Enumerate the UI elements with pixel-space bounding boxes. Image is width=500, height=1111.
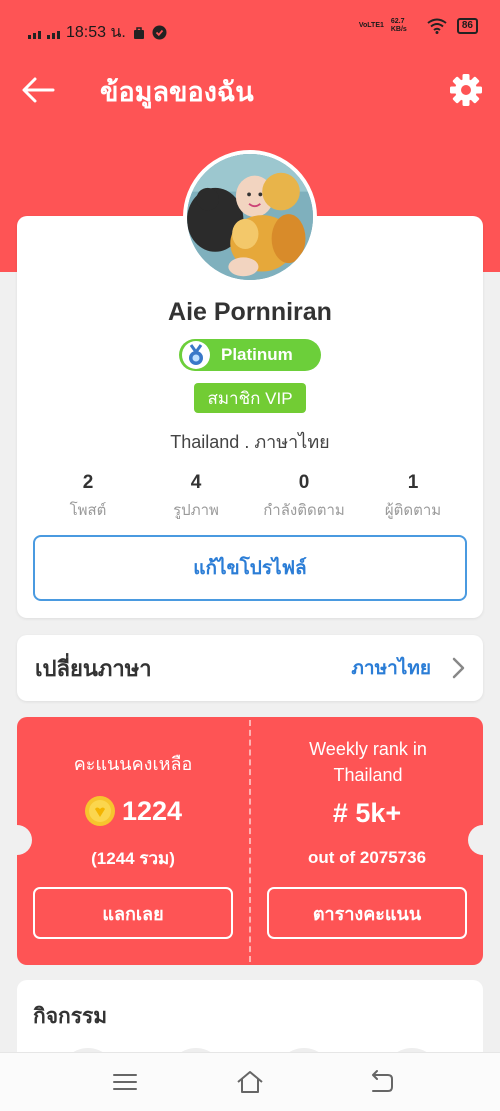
stat-photos[interactable]: 4 รูปภาพ <box>136 472 256 522</box>
status-bar: 18:53 น. VoLTE1 62.7 KB/s 86 <box>0 0 500 58</box>
leaderboard-button[interactable]: ตารางคะแนน <box>267 887 467 939</box>
wifi-icon <box>427 18 447 34</box>
tier-label: Platinum <box>221 345 293 364</box>
stat-label: กำลังติดตาม <box>263 502 345 519</box>
coin-icon <box>84 796 115 826</box>
points-total: (1244 รวม) <box>91 849 175 868</box>
weekly-rank-out-of: out of 2075736 <box>307 848 427 867</box>
volte-indicator: VoLTE1 <box>358 22 384 29</box>
weekly-rank-title-line1: Weekly rank in <box>309 739 427 759</box>
redeem-button[interactable]: แลกเลย <box>33 887 233 939</box>
stat-label: โพสต์ <box>69 502 107 519</box>
stat-value: 0 <box>298 472 310 493</box>
battery-indicator: 86 <box>456 18 478 34</box>
stat-followers[interactable]: 1 ผู้ติดตาม <box>353 472 473 522</box>
change-language-row[interactable]: เปลี่ยนภาษา ภาษาไทย <box>17 635 483 701</box>
avatar-photo <box>187 154 313 280</box>
status-time: 18:53 น. <box>66 24 126 41</box>
points-balance-title: คะแนนคงเหลือ <box>73 754 193 774</box>
menu-icon <box>113 1074 137 1090</box>
weekly-rank-title-line2: Thailand <box>333 765 403 785</box>
menu-button[interactable] <box>108 1065 142 1099</box>
stat-value: 4 <box>190 472 202 493</box>
activity-title: กิจกรรม <box>33 1005 108 1028</box>
language-value: ภาษาไทย <box>351 658 431 679</box>
shield-check-icon <box>152 25 167 40</box>
medal-icon <box>182 341 210 369</box>
location-language: Thailand . ภาษาไทย <box>170 432 330 452</box>
weekly-rank-title: Weekly rank in Thailand <box>283 736 453 788</box>
network-speed: 62.7 KB/s <box>390 18 407 33</box>
status-left: 18:53 น. <box>28 20 167 45</box>
back-icon <box>372 1070 393 1092</box>
user-name: Aie Pornniran <box>168 298 332 326</box>
signal-icon <box>28 27 41 39</box>
points-divider <box>249 720 251 962</box>
system-back-button[interactable] <box>364 1065 398 1099</box>
bag-icon <box>133 26 144 39</box>
back-button[interactable] <box>18 70 58 110</box>
stat-value: 1 <box>407 472 419 493</box>
tier-badge: Platinum <box>179 339 321 371</box>
vip-badge: สมาชิก VIP <box>194 383 306 413</box>
arrow-left-icon <box>22 77 55 103</box>
page-title: ข้อมูลของฉัน <box>100 77 254 107</box>
settings-button[interactable] <box>446 70 486 110</box>
stat-label: ผู้ติดตาม <box>384 502 442 519</box>
language-label: เปลี่ยนภาษา <box>35 655 152 681</box>
home-button[interactable] <box>233 1065 267 1099</box>
points-balance-value: 1224 <box>121 795 183 826</box>
stat-following[interactable]: 0 กำลังติดตาม <box>244 472 364 522</box>
edit-profile-button[interactable]: แก้ไขโปรไฟล์ <box>33 535 467 601</box>
gear-icon <box>450 74 482 106</box>
signal-icon <box>47 27 60 39</box>
home-icon <box>237 1071 263 1093</box>
chevron-right-icon <box>452 657 465 679</box>
status-right: VoLTE1 62.7 KB/s 86 <box>359 18 478 34</box>
weekly-rank-value: # 5k+ <box>332 798 402 828</box>
avatar[interactable] <box>183 150 317 284</box>
points-balance: 1224 <box>17 795 249 827</box>
stat-label: รูปภาพ <box>173 502 219 519</box>
stat-value: 2 <box>82 472 94 493</box>
stat-posts[interactable]: 2 โพสต์ <box>28 472 148 522</box>
